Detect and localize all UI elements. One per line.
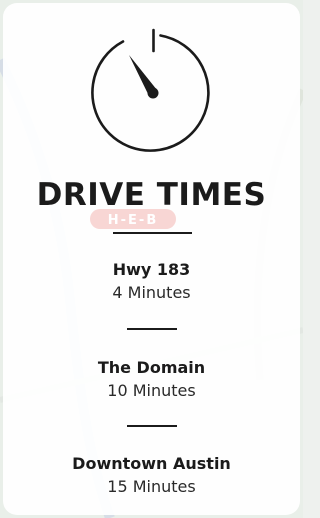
svg-text:H-E-B: H-E-B (108, 213, 158, 228)
section-title: DRIVE TIMES (36, 177, 267, 213)
destination-downtown-austin: Downtown Austin 15 Minutes (0, 453, 303, 499)
destination-name: Downtown Austin (72, 454, 231, 473)
destination-name: Hwy 183 (112, 260, 191, 279)
stopwatch-icon (91, 28, 210, 152)
destination-divider (127, 328, 177, 330)
destination-time: 4 Minutes (112, 283, 191, 302)
destination-time: 10 Minutes (107, 381, 196, 400)
title-divider (113, 232, 192, 234)
destination-divider (127, 425, 177, 427)
destination-name: The Domain (97, 358, 206, 377)
destination-hwy-183: Hwy 183 4 Minutes (0, 259, 303, 305)
destination-the-domain: The Domain 10 Minutes (0, 357, 303, 403)
destination-time: 15 Minutes (107, 477, 196, 496)
